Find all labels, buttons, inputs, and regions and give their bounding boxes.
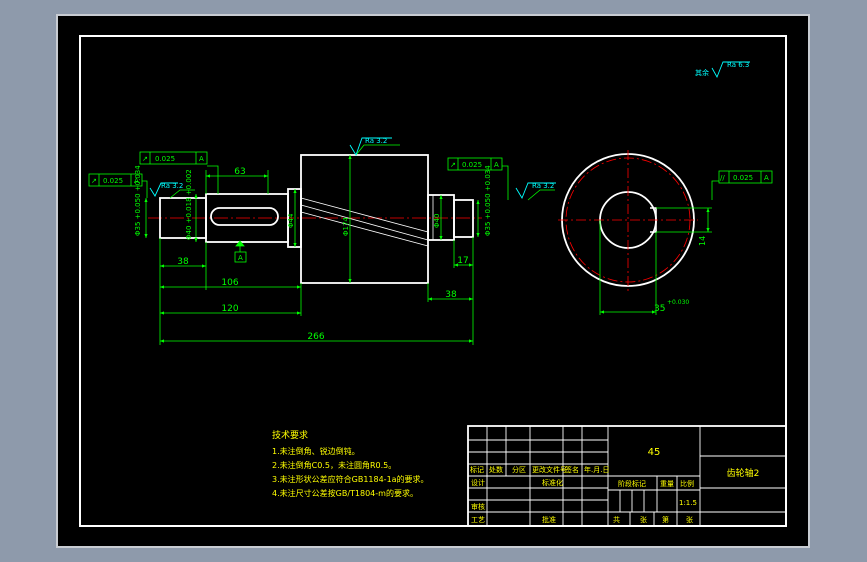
- tol-symbol: //: [720, 174, 725, 182]
- tb-header: 处数: [489, 465, 503, 474]
- roughness-gear: Ra 3.2: [365, 137, 387, 145]
- dim-38: 38: [445, 290, 457, 300]
- dim-total: 266: [307, 332, 324, 342]
- tb-stage-mark: 阶段标记: [618, 479, 646, 488]
- datum-a-label: A: [238, 254, 243, 262]
- tol-symbol: ↗: [91, 177, 97, 185]
- tol-datum: A: [199, 155, 204, 163]
- note-item: 4.未注尺寸公差按GB/T1804-m的要求。: [272, 488, 418, 498]
- tol-datum: A: [764, 174, 769, 182]
- tol-symbol: ↗: [450, 161, 456, 169]
- tb-scale-value: 1:1.5: [679, 499, 697, 507]
- tb-sheet: 第: [662, 515, 669, 524]
- roughness-rest: Ra 6.3: [727, 61, 749, 69]
- tb-header: 标记: [470, 465, 484, 474]
- note-item: 1.未注倒角、锐边倒钝。: [272, 446, 360, 456]
- cad-drawing: Ra 3.2 Ra 3.2 Ra 3.2 其余 Ra 6.3 ↗ 0.025 A…: [56, 14, 810, 548]
- dim-bore-tol: +0.030: [667, 299, 689, 306]
- tb-standardize: 标准化: [542, 478, 563, 487]
- roughness-rest-prefix: 其余: [695, 68, 709, 77]
- dim-dia-35-right: Φ35 +0.050 +0.034: [484, 165, 492, 236]
- tb-review: 审核: [471, 502, 485, 511]
- tb-process: 工艺: [471, 516, 485, 524]
- tb-design: 设计: [471, 478, 485, 487]
- dim-dia-44: Φ44: [287, 213, 295, 228]
- tb-drawing-name: 齿轮轴2: [727, 467, 760, 479]
- dim-120: 120: [221, 304, 238, 314]
- dim-shoulder-left: 38: [177, 257, 189, 267]
- tb-header: 分区: [512, 465, 526, 474]
- tb-scale: 比例: [680, 479, 694, 488]
- note-item: 3.未注形状公差应符合GB1184-1a的要求。: [272, 474, 429, 484]
- drawing-sheet: [56, 14, 810, 548]
- tb-header: 更改文件号: [532, 465, 567, 474]
- tb-approve: 批准: [542, 515, 556, 524]
- tb-header: 年.月.日: [584, 465, 609, 474]
- tol-value: 0.025: [733, 174, 753, 182]
- dim-dia-40-right: Φ40: [433, 214, 441, 228]
- tb-material: 45: [648, 447, 661, 458]
- dim-shoulder-right: 17: [457, 256, 468, 266]
- tb-sheet: 共: [613, 515, 620, 524]
- tol-value: 0.025: [155, 155, 175, 163]
- dim-key-length: 63: [234, 167, 245, 177]
- tol-datum: A: [494, 161, 499, 169]
- tol-value: 0.025: [103, 177, 123, 185]
- dim-key-width: 14: [698, 236, 707, 246]
- roughness-journal-right: Ra 3.2: [532, 182, 554, 190]
- dim-dia-35-left: Φ35 +0.050 +0.034: [134, 165, 142, 236]
- tol-value: 0.025: [462, 161, 482, 169]
- dim-dia-gear: Φ174: [342, 217, 350, 236]
- notes-heading: 技术要求: [272, 429, 308, 441]
- roughness-journal-left: Ra 3.2: [161, 182, 183, 190]
- tb-header: 签名: [565, 465, 579, 474]
- dim-106: 106: [221, 278, 238, 288]
- tol-symbol: ↗: [142, 155, 148, 163]
- tb-weight: 重量: [660, 480, 674, 488]
- dim-dia-40: Φ40 +0.018 +0.002: [185, 169, 193, 240]
- tb-sheet: 张: [640, 515, 647, 524]
- tb-sheet: 张: [686, 515, 693, 524]
- note-item: 2.未注倒角C0.5，未注圆角R0.5。: [272, 460, 396, 470]
